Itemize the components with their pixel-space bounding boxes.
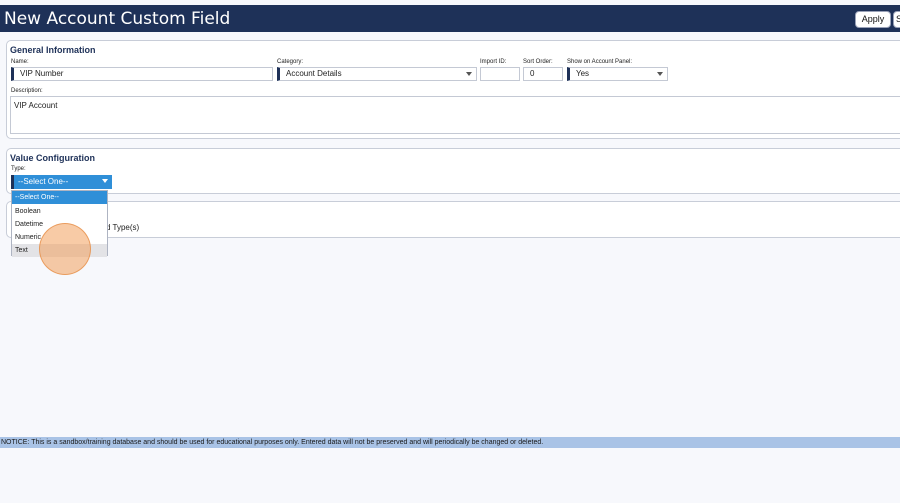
save-button[interactable]: S bbox=[893, 11, 900, 28]
sort-order-label: Sort Order: bbox=[523, 59, 553, 65]
type-select[interactable]: --Select One-- bbox=[11, 175, 112, 189]
allowed-types-panel bbox=[6, 201, 900, 238]
click-indicator bbox=[39, 223, 91, 275]
page-title: New Account Custom Field bbox=[4, 9, 231, 29]
chevron-down-icon bbox=[102, 179, 108, 183]
chevron-down-icon bbox=[466, 72, 472, 76]
name-label: Name: bbox=[11, 59, 29, 65]
description-field[interactable]: VIP Account bbox=[10, 96, 900, 134]
type-label: Type: bbox=[11, 166, 26, 172]
type-select-value: --Select One-- bbox=[18, 177, 69, 186]
value-configuration-panel bbox=[6, 148, 900, 194]
category-label: Category: bbox=[277, 59, 304, 65]
sort-order-field[interactable]: 0 bbox=[523, 67, 563, 81]
general-information-title: General Information bbox=[10, 45, 96, 55]
title-bar: New Account Custom Field Apply S bbox=[0, 5, 900, 32]
chevron-down-icon bbox=[657, 72, 663, 76]
type-option-select-one[interactable]: --Select One-- bbox=[12, 191, 107, 204]
allowed-types-label: d Type(s) bbox=[106, 223, 140, 232]
import-id-label: Import ID: bbox=[480, 59, 507, 65]
category-select[interactable]: Account Details bbox=[277, 67, 477, 81]
name-field[interactable]: VIP Number bbox=[11, 67, 273, 81]
show-on-panel-select[interactable]: Yes bbox=[567, 67, 668, 81]
import-id-field[interactable] bbox=[480, 67, 520, 81]
description-label: Description: bbox=[11, 88, 43, 94]
apply-button[interactable]: Apply bbox=[855, 11, 891, 28]
show-on-panel-label: Show on Account Panel: bbox=[567, 59, 633, 65]
type-option-boolean[interactable]: Boolean bbox=[12, 205, 107, 218]
value-configuration-title: Value Configuration bbox=[10, 153, 96, 163]
show-on-panel-value: Yes bbox=[576, 69, 590, 78]
sandbox-notice: NOTICE: This is a sandbox/training datab… bbox=[0, 437, 900, 448]
category-value: Account Details bbox=[286, 69, 342, 78]
